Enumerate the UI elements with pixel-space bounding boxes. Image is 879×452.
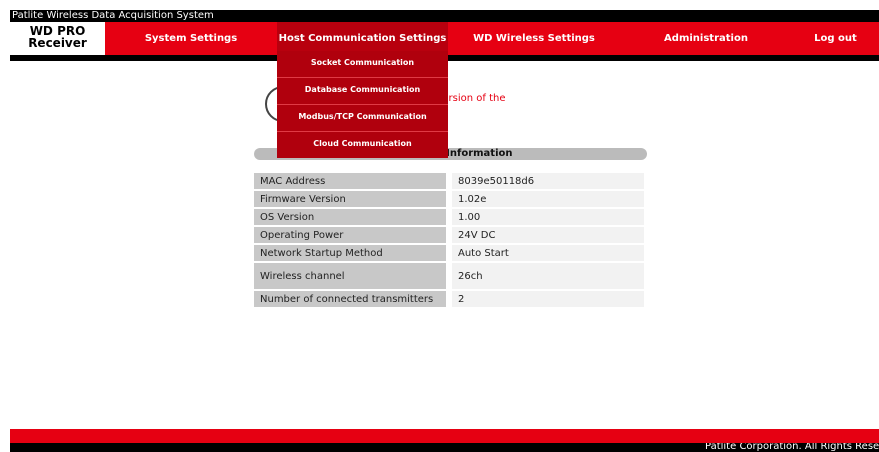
row-label: OS Version [254, 209, 452, 225]
app-logo: WD PRO Receiver [10, 22, 105, 55]
table-row: OS Version 1.00 [254, 209, 644, 225]
main-unit-info-table: MAC Address 8039e50118d6 Firmware Versio… [254, 171, 644, 309]
nav-wd-wireless-settings[interactable]: WD Wireless Settings [448, 22, 620, 55]
table-row: Number of connected transmitters 2 [254, 291, 644, 307]
nav-system-settings[interactable]: System Settings [105, 22, 277, 55]
copyright-text: Patlite Corporation. All Rights Reserve [705, 443, 879, 452]
row-value: 24V DC [452, 227, 644, 243]
table-row: MAC Address 8039e50118d6 [254, 173, 644, 189]
row-value: 1.00 [452, 209, 644, 225]
window-title: Patlite Wireless Data Acquisition System [10, 10, 879, 22]
row-value: Auto Start [452, 245, 644, 261]
nav-logout[interactable]: Log out [792, 22, 879, 55]
row-value: 1.02e [452, 191, 644, 207]
menu-item-database-communication[interactable]: Database Communication [277, 78, 448, 105]
table-row: Network Startup Method Auto Start [254, 245, 644, 261]
footer-bar [10, 429, 879, 443]
menu-item-socket-communication[interactable]: Socket Communication [277, 51, 448, 78]
footer: Patlite Corporation. All Rights Reserve [10, 443, 879, 452]
nav-administration[interactable]: Administration [620, 22, 792, 55]
row-value: 8039e50118d6 [452, 173, 644, 189]
host-communication-dropdown: Socket Communication Database Communicat… [277, 51, 448, 158]
table-row: Firmware Version 1.02e [254, 191, 644, 207]
row-value: 26ch [452, 263, 644, 289]
menu-item-modbus-tcp-communication[interactable]: Modbus/TCP Communication [277, 105, 448, 132]
row-label: Network Startup Method [254, 245, 452, 261]
logo-line2: Receiver [28, 36, 87, 50]
menu-item-cloud-communication[interactable]: Cloud Communication [277, 132, 448, 158]
table-row: Operating Power 24V DC [254, 227, 644, 243]
row-label: Wireless channel [254, 263, 452, 289]
row-value: 2 [452, 291, 644, 307]
row-label: Number of connected transmitters [254, 291, 452, 307]
main-nav: System Settings Host Communication Setti… [105, 22, 879, 55]
row-label: Firmware Version [254, 191, 452, 207]
row-label: MAC Address [254, 173, 452, 189]
row-label: Operating Power [254, 227, 452, 243]
table-row: Wireless channel 26ch [254, 263, 644, 289]
